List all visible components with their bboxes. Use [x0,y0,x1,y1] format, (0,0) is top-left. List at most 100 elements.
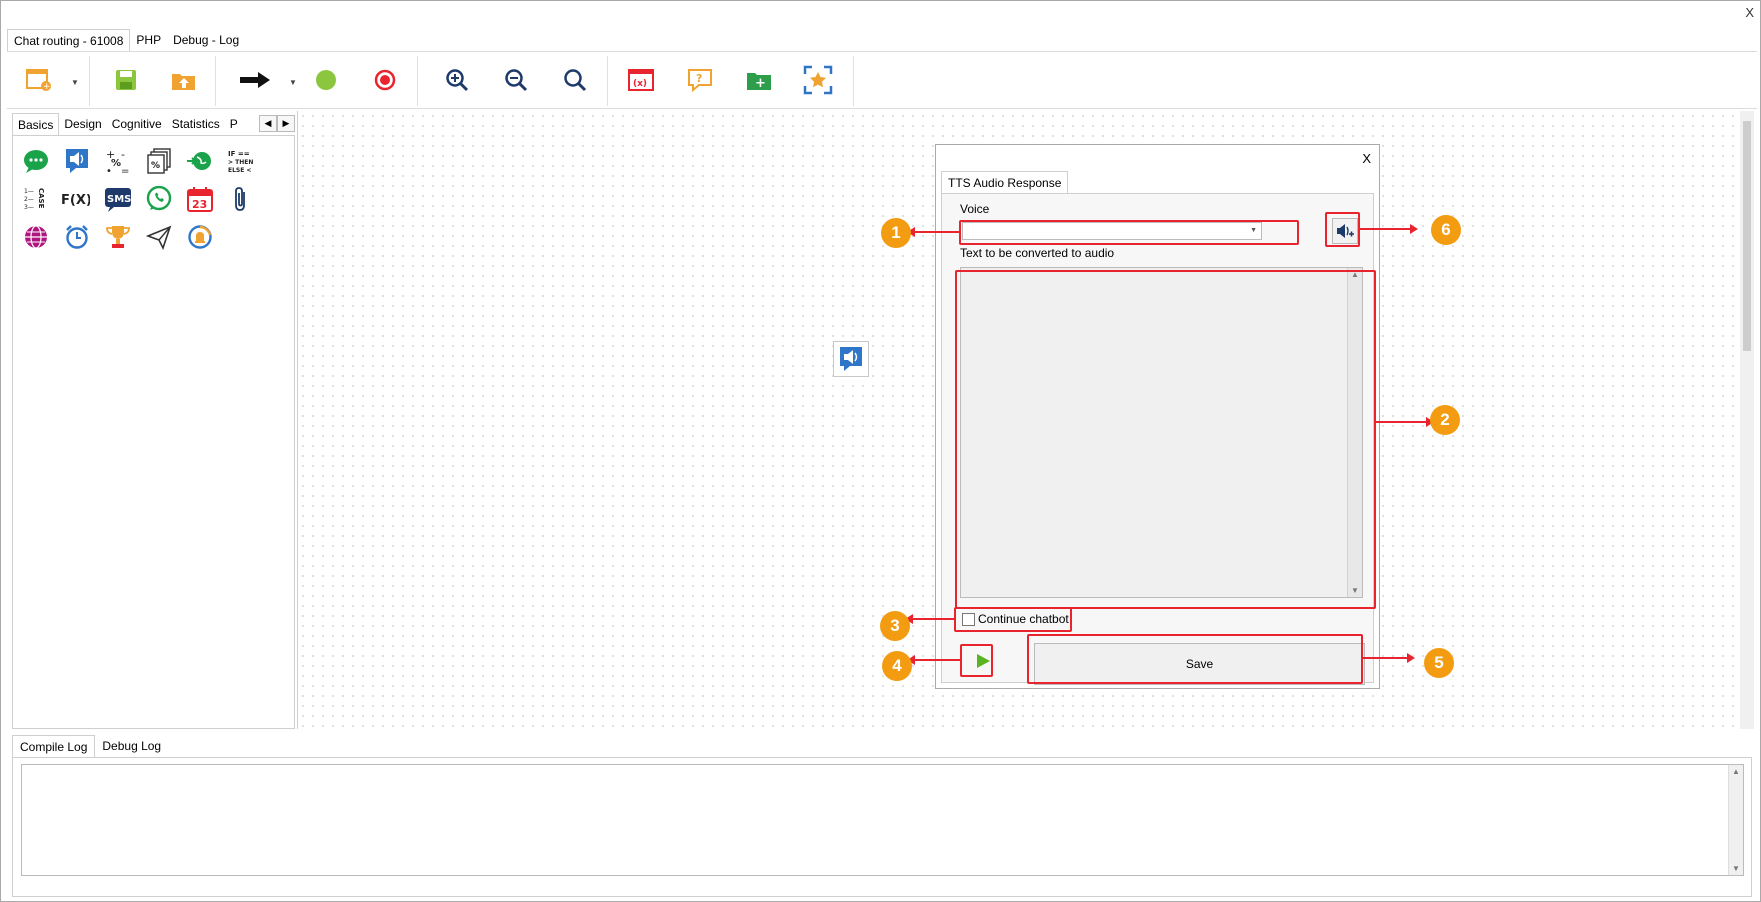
tab-chat-routing[interactable]: Chat routing - 61008 [7,29,131,51]
text-to-audio-label: Text to be converted to audio [960,246,1115,260]
sms-icon-text: SMS [107,194,131,205]
canvas-scrollbar-thumb[interactable] [1743,121,1751,351]
app-window: X Chat routing - 61008 PHP Debug - Log +… [0,0,1761,902]
svg-text:1—: 1— [24,188,34,195]
arrow-4 [913,659,960,661]
annotation-badge-5: 5 [1424,648,1454,678]
tab-tts-audio-response[interactable]: TTS Audio Response [941,171,1069,194]
upload-icon[interactable] [168,64,200,96]
arrow-6-head [1410,224,1418,234]
math-operations-icon[interactable]: + -% • = [103,146,133,176]
arrow-right-icon[interactable] [239,64,271,96]
scroll-up-icon[interactable]: ▲ [1732,767,1740,776]
log-panel: Compile Log Debug Log ▲ ▼ [12,735,1752,897]
scroll-down-icon[interactable]: ▼ [1732,864,1740,873]
dialog-close-button[interactable]: X [1362,151,1371,166]
tab-php[interactable]: PHP [130,29,167,51]
highlight-add-audio [1325,212,1360,247]
svg-text:3—: 3— [24,204,34,211]
new-flow-icon[interactable]: + [23,64,55,96]
calendar-icon[interactable]: 23 [185,184,215,214]
arrow-6 [1360,228,1410,230]
tts-audio-node[interactable] [833,341,869,377]
arrow-1 [913,231,959,233]
tab-basics[interactable]: Basics [12,113,60,135]
if-then-else-icon[interactable]: IF == > THEN ELSE < [226,146,256,176]
fit-screen-icon[interactable] [802,64,834,96]
close-window-button[interactable]: X [1745,5,1754,20]
highlight-continue-chatbot [954,607,1072,632]
svg-text:2—: 2— [24,196,34,203]
web-goto-icon[interactable] [185,146,215,176]
globe-icon[interactable] [21,222,51,252]
add-folder-icon[interactable]: + [743,64,775,96]
svg-text:=: = [121,166,129,174]
chat-message-icon[interactable] [21,146,51,176]
tab-debug-log[interactable]: Debug - Log [167,29,245,51]
highlight-text-area [955,270,1376,609]
notification-bell-icon[interactable] [185,222,215,252]
percentage-calc-icon[interactable]: % [144,146,174,176]
svg-text:?: ? [696,72,702,85]
toolbar-separator [215,56,216,106]
highlight-voice-select [959,220,1299,245]
case-icon[interactable]: 1— 2— 3— CASE [21,184,51,214]
annotation-badge-6: 6 [1431,215,1461,245]
sms-icon[interactable]: SMS [103,184,133,214]
send-icon[interactable] [144,222,174,252]
trophy-icon[interactable] [103,222,133,252]
annotation-badge-2: 2 [1430,405,1460,435]
record-icon[interactable] [369,64,401,96]
alarm-clock-icon[interactable] [62,222,92,252]
palette-body: + -% • = % IF == > THEN ELSE < 1— 2— 3— CASE F(X… [12,135,295,729]
canvas-scrollbar[interactable] [1740,111,1754,729]
whatsapp-icon[interactable] [144,184,174,214]
svg-text:%: % [111,158,121,169]
log-output[interactable]: ▲ ▼ [21,764,1744,876]
search-icon[interactable] [559,64,591,96]
toolbar-separator [853,56,854,106]
tab-compile-log[interactable]: Compile Log [12,735,96,757]
arrow-3 [911,618,954,620]
log-tabs: Compile Log Debug Log [12,735,1752,757]
tab-cognitive[interactable]: Cognitive [107,113,167,135]
green-dot-icon[interactable] [310,64,342,96]
svg-text:CASE: CASE [37,188,45,209]
svg-text:ELSE <: ELSE < [228,167,251,174]
scroll-left-icon[interactable]: ◀ [259,115,277,132]
svg-text:+: + [755,76,766,91]
function-icon[interactable]: F(X) [60,184,90,214]
highlight-play [960,644,993,677]
svg-text:> THEN: > THEN [228,159,253,166]
log-scrollbar[interactable]: ▲ ▼ [1728,765,1743,875]
log-body: ▲ ▼ [12,757,1752,897]
arrow-5-head [1407,653,1415,663]
highlight-save [1027,634,1363,684]
tts-audio-icon[interactable] [62,146,92,176]
tab-p[interactable]: P [225,113,243,135]
palette-tabs: Basics Design Cognitive Statistics P ◀ ▶ [12,113,295,135]
variables-icon[interactable]: (x) [625,64,657,96]
tab-statistics[interactable]: Statistics [167,113,225,135]
zoom-in-icon[interactable] [441,64,473,96]
save-icon[interactable] [110,64,142,96]
arrow-5 [1363,657,1407,659]
zoom-out-icon[interactable] [500,64,532,96]
calendar-icon-text: 23 [192,198,207,211]
scroll-right-icon[interactable]: ▶ [277,115,295,132]
svg-text:•: • [106,166,112,174]
arrow-dropdown-icon[interactable]: ▼ [289,78,297,87]
tab-design[interactable]: Design [59,113,106,135]
top-tabs: Chat routing - 61008 PHP Debug - Log [7,29,245,51]
help-icon[interactable]: ? [684,64,716,96]
toolbar-separator [417,56,418,106]
new-flow-dropdown-icon[interactable]: ▼ [71,78,79,87]
svg-text:(x): (x) [633,79,647,89]
annotation-badge-3: 3 [880,611,910,641]
toolbar-separator [89,56,90,106]
svg-text:%: % [151,161,160,171]
arrow-2 [1376,421,1427,423]
tab-debug-log-bottom[interactable]: Debug Log [95,735,168,757]
toolbar: + ▼ ▼ (x) ? + [7,51,1757,109]
attachment-icon[interactable] [226,184,256,214]
